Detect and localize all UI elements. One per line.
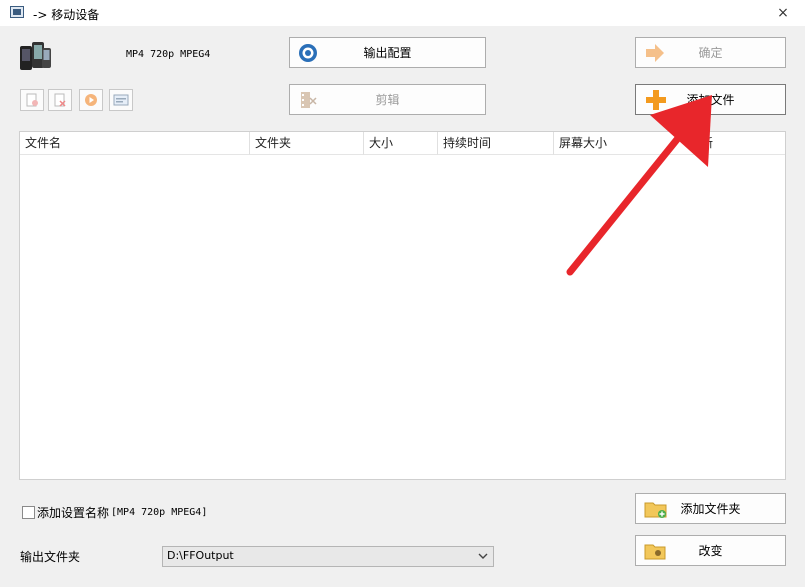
device-icon bbox=[20, 42, 51, 70]
window-title: -> 移动设备 bbox=[33, 8, 100, 22]
ok-button[interactable]: 确定 bbox=[635, 37, 786, 68]
close-button[interactable]: × bbox=[770, 2, 796, 24]
media-info-icon bbox=[113, 94, 129, 106]
new-task-button[interactable] bbox=[20, 89, 44, 111]
column-header-new[interactable]: 新 bbox=[696, 132, 785, 155]
output-folder-value: D:\FFOutput bbox=[167, 549, 234, 562]
change-label: 改变 bbox=[698, 544, 723, 558]
remove-button[interactable] bbox=[48, 89, 72, 111]
add-setting-checkbox[interactable] bbox=[22, 506, 35, 519]
column-header-filename[interactable]: 文件名 bbox=[20, 132, 250, 155]
profile-text: MP4 720p MPEG4 bbox=[126, 49, 211, 60]
add-folder-label: 添加文件夹 bbox=[680, 502, 741, 516]
add-setting-label: 添加设置名称 bbox=[37, 506, 110, 520]
column-header-screen-size[interactable]: 屏幕大小 bbox=[554, 132, 696, 155]
add-file-button[interactable]: 添加文件 bbox=[635, 84, 786, 115]
chevron-down-icon bbox=[478, 553, 488, 559]
add-folder-button[interactable]: 添加文件夹 bbox=[635, 493, 786, 524]
play-button[interactable] bbox=[79, 89, 103, 111]
column-header-size[interactable]: 大小 bbox=[364, 132, 438, 155]
add-setting-name-row[interactable]: 添加设置名称 [MP4 720p MPEG4] bbox=[22, 504, 207, 521]
change-button[interactable]: 改变 bbox=[635, 535, 786, 566]
remove-icon bbox=[54, 93, 66, 107]
output-config-button[interactable]: 输出配置 bbox=[289, 37, 486, 68]
output-folder-label: 输出文件夹 bbox=[20, 550, 81, 564]
output-config-label: 输出配置 bbox=[363, 46, 412, 60]
clip-button[interactable]: 剪辑 bbox=[289, 84, 486, 115]
column-header-folder[interactable]: 文件夹 bbox=[250, 132, 364, 155]
output-folder-select[interactable]: D:\FFOutput bbox=[162, 546, 494, 567]
title-bar: -> 移动设备 × bbox=[0, 0, 805, 26]
file-list[interactable]: 文件名 文件夹 大小 持续时间 屏幕大小 新 bbox=[19, 131, 786, 480]
add-file-label: 添加文件 bbox=[686, 93, 735, 107]
app-icon bbox=[10, 6, 24, 18]
clip-label: 剪辑 bbox=[375, 93, 400, 107]
info-button[interactable] bbox=[109, 89, 133, 111]
play-icon bbox=[85, 94, 97, 106]
add-setting-value: [MP4 720p MPEG4] bbox=[111, 507, 208, 518]
column-header-duration[interactable]: 持续时间 bbox=[438, 132, 554, 155]
ok-label: 确定 bbox=[698, 46, 723, 60]
new-file-icon bbox=[26, 93, 38, 107]
